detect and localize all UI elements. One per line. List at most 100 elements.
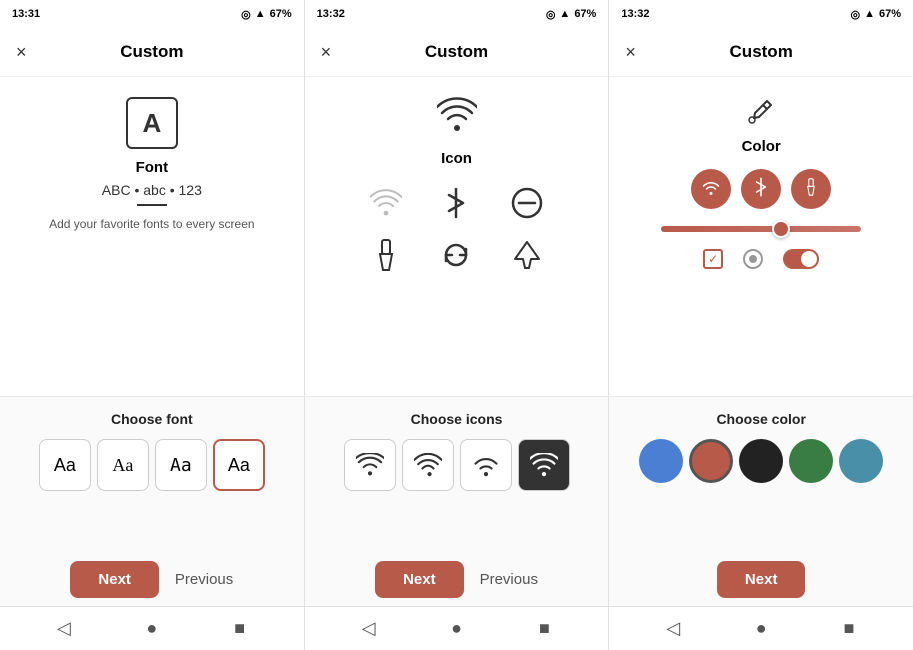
eyedropper-icon [747,97,775,132]
bottom-icon-panel: Choose icons [305,397,610,606]
close-btn-icon[interactable]: × [321,42,332,63]
font-sample: ABC • abc • 123 [102,182,202,198]
panel-icon-content: Icon [305,77,609,396]
color-preview-row [691,169,831,209]
color-main-label: Color [742,138,781,155]
panel-color-content: Color [609,77,913,396]
home-btn-2[interactable]: ● [442,614,472,644]
font-prev-button[interactable]: Previous [175,571,233,588]
panel-icon-title: Custom [425,42,488,62]
panel-color-header: × Custom [609,28,913,77]
panel-font-title: Custom [120,42,183,62]
wifi-icon-2: ▲ [559,8,570,20]
font-main-label: Font [136,159,168,176]
square-btn-2[interactable]: ■ [529,614,559,644]
status-bars: 13:31 ◎ ▲ 67% 13:32 ◎ ▲ 67% 13:32 ◎ ▲ 67… [0,0,913,28]
toggle-icon[interactable] [783,249,819,269]
color-options-row [639,439,883,483]
airplane-icon-grid [498,235,557,275]
panel-icon: × Custom Icon [305,28,610,396]
home-btn-1[interactable]: ● [137,614,167,644]
battery-3: 67% [879,8,901,20]
icon-option-2[interactable] [402,439,454,491]
color-option-black[interactable] [739,439,783,483]
color-circle-bluetooth [741,169,781,209]
back-btn-3[interactable]: ◁ [658,614,688,644]
icon-grid [357,183,557,275]
bottom-color-label: Choose color [716,411,805,427]
color-circle-flashlight [791,169,831,209]
panel-font-header: × Custom [0,28,304,77]
radio-inner [749,255,757,263]
bottom-color-panel: Choose color Next [609,397,913,606]
signal-icon-3: ◎ [850,8,860,21]
panel-font: × Custom A Font ABC • abc • 123 Add your… [0,28,305,396]
close-btn-color[interactable]: × [625,42,636,63]
signal-icon-2: ◎ [546,8,556,21]
wifi-icon-1: ▲ [255,8,266,20]
color-option-teal[interactable] [839,439,883,483]
time-1: 13:31 [12,8,40,20]
square-btn-3[interactable]: ■ [834,614,864,644]
font-icon: A [126,97,178,149]
icon-prev-button[interactable]: Previous [480,571,538,588]
nav-section-3: ◁ ● ■ [609,607,913,650]
wifi-icon-grid [357,183,416,223]
time-3: 13:32 [621,8,649,20]
icon-option-4[interactable] [518,439,570,491]
bottom-icon-label: Choose icons [411,411,503,427]
panel-font-content: A Font ABC • abc • 123 Add your favorite… [0,77,304,396]
icon-option-3[interactable] [460,439,512,491]
radio-icon[interactable] [743,249,763,269]
panel-icon-header: × Custom [305,28,609,77]
square-btn-1[interactable]: ■ [225,614,255,644]
color-controls: ✓ [703,249,819,269]
nav-section-1: ◁ ● ■ [0,607,305,650]
battery-1: 67% [270,8,292,20]
home-btn-3[interactable]: ● [746,614,776,644]
color-option-green[interactable] [789,439,833,483]
bluetooth-icon-grid [427,183,486,223]
rotate-icon-grid [427,235,486,275]
font-option-4-selected[interactable]: Aa [213,439,265,491]
font-next-button[interactable]: Next [70,561,159,598]
font-description: Add your favorite fonts to every screen [49,216,254,233]
color-action-row: Next [717,561,806,598]
close-btn-font[interactable]: × [16,42,27,63]
color-circle-wifi [691,169,731,209]
battery-2: 67% [574,8,596,20]
icon-main-label: Icon [441,150,472,167]
color-option-brown[interactable] [689,439,733,483]
icon-action-row: Next Previous [375,561,538,598]
font-option-3[interactable]: Aa [155,439,207,491]
bottom-section: Choose font Aa Aa Aa Aa Next Previous Ch… [0,396,913,606]
font-options-row: Aa Aa Aa Aa [39,439,265,491]
font-option-2[interactable]: Aa [97,439,149,491]
status-bar-1: 13:31 ◎ ▲ 67% [0,0,305,28]
main-panels: × Custom A Font ABC • abc • 123 Add your… [0,28,913,396]
icon-next-button[interactable]: Next [375,561,464,598]
back-btn-2[interactable]: ◁ [354,614,384,644]
icon-option-1[interactable] [344,439,396,491]
status-icons-1: ◎ ▲ 67% [241,8,292,21]
wifi-main-icon [437,97,477,142]
icon-options-row [344,439,570,491]
checkbox-icon[interactable]: ✓ [703,249,723,269]
bottom-font-panel: Choose font Aa Aa Aa Aa Next Previous [0,397,305,606]
wifi-icon-3: ▲ [864,8,875,20]
slider-thumb[interactable] [772,220,790,238]
flashlight-icon-grid [357,235,416,275]
navigation-bar: ◁ ● ■ ◁ ● ■ ◁ ● ■ [0,606,913,650]
bluetooth-circle-icon [754,177,768,202]
bottom-font-label: Choose font [111,411,193,427]
panel-color: × Custom Color [609,28,913,396]
font-option-1[interactable]: Aa [39,439,91,491]
signal-icon-1: ◎ [241,8,251,21]
slider-track [661,226,861,232]
color-slider[interactable] [661,225,861,233]
nav-section-2: ◁ ● ■ [305,607,610,650]
back-btn-1[interactable]: ◁ [49,614,79,644]
toggle-thumb [801,251,817,267]
color-option-blue[interactable] [639,439,683,483]
color-next-button[interactable]: Next [717,561,806,598]
